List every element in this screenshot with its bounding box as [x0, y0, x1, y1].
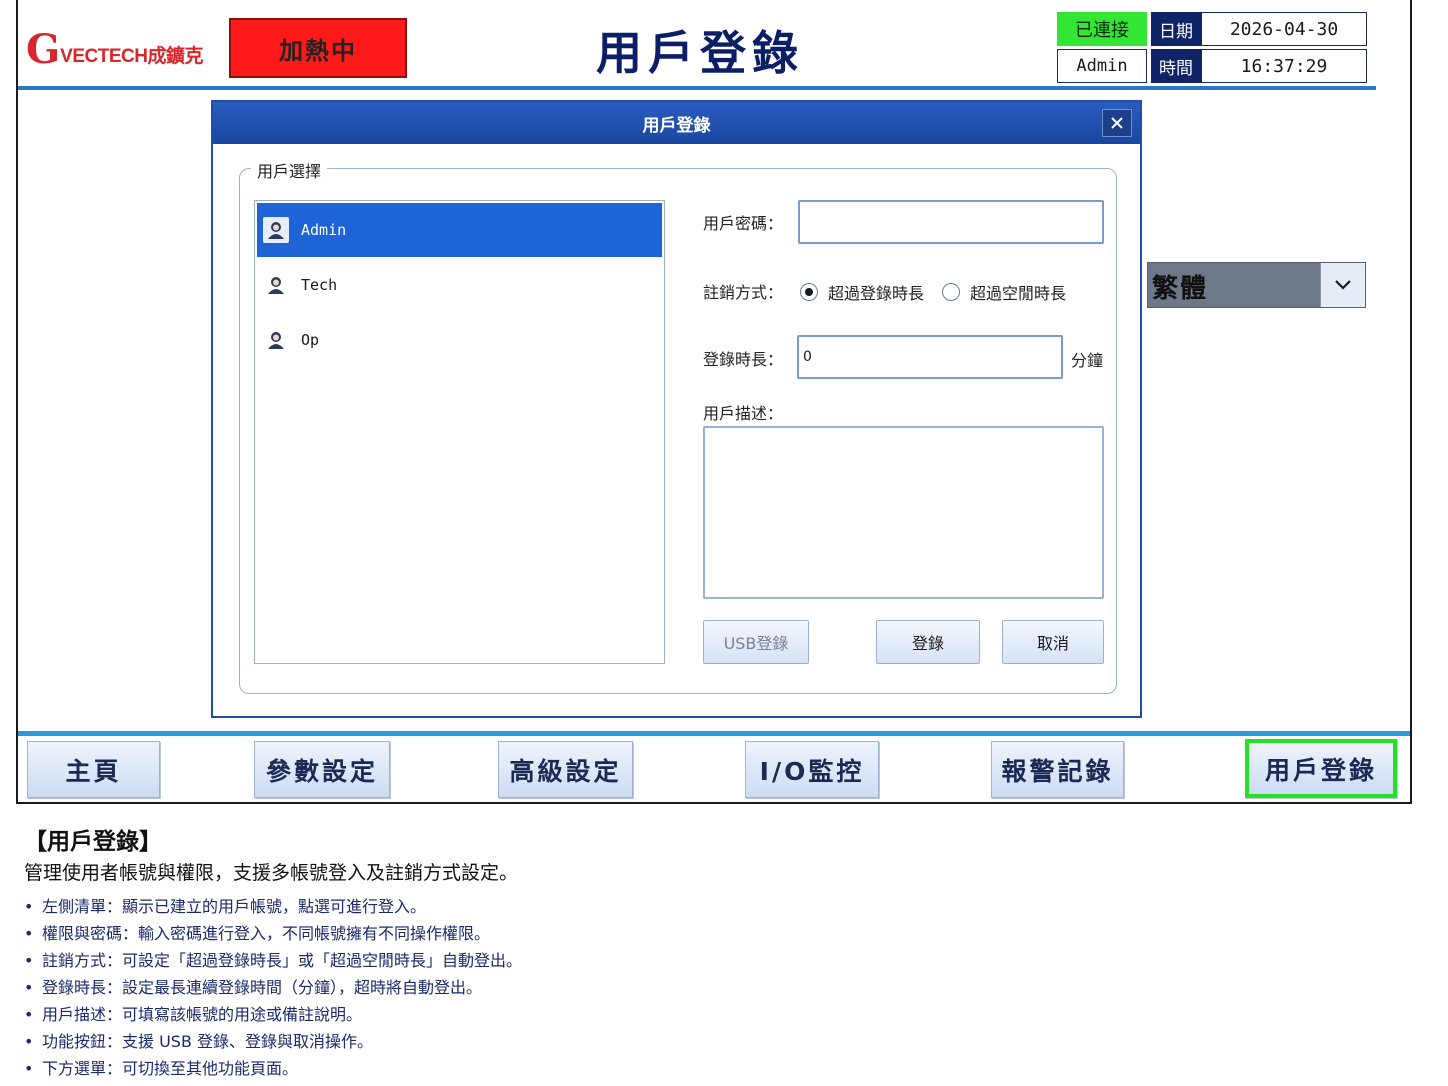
nav-advanced-settings[interactable]: 高級設定	[498, 741, 633, 798]
nav-home[interactable]: 主頁	[27, 741, 160, 798]
description-intro: 管理使用者帳號與權限，支援多帳號登入及註銷方式設定。	[24, 862, 519, 884]
description-bullet: • 下方選單：可切換至其他功能頁面。	[24, 1059, 299, 1078]
close-icon[interactable]	[1102, 109, 1132, 137]
description-bullet: • 註銷方式：可設定「超過登錄時長」或「超過空閒時長」自動登出。	[24, 951, 523, 970]
logout-option-idle-duration[interactable]: 超過空閒時長	[942, 280, 1066, 304]
password-input[interactable]	[798, 200, 1104, 244]
time-label: 時間	[1151, 49, 1201, 83]
description-bullet: • 功能按鈕：支援 USB 登錄、登錄與取消操作。	[24, 1032, 374, 1051]
user-avatar-icon	[263, 217, 289, 243]
user-login-dialog: 用戶登錄 用戶選擇 Admin Tech Op 用戶密碼： 註銷方式： 超過登錄…	[211, 100, 1142, 718]
date-value: 2026-04-30	[1201, 12, 1367, 46]
time-value: 16:37:29	[1201, 49, 1367, 83]
radio-label: 超過登錄時長	[828, 284, 925, 303]
user-avatar-icon	[263, 272, 289, 298]
nav-user-login[interactable]: 用戶登錄	[1245, 739, 1397, 798]
duration-label: 登錄時長：	[703, 350, 784, 369]
user-list-item-tech[interactable]: Tech	[257, 258, 662, 312]
radio-label: 超過空閒時長	[970, 284, 1067, 303]
header-divider	[18, 86, 1376, 90]
nav-alarm-log[interactable]: 報警記錄	[991, 741, 1124, 798]
description-textarea[interactable]	[703, 426, 1104, 599]
logout-mode-label: 註銷方式：	[703, 283, 784, 302]
cancel-button[interactable]: 取消	[1002, 620, 1104, 664]
chevron-down-icon[interactable]	[1320, 263, 1365, 307]
heating-status-indicator: 加熱中	[229, 18, 407, 78]
description-bullet: • 權限與密碼：輸入密碼進行登入，不同帳號擁有不同操作權限。	[24, 924, 491, 943]
description-title: 【用戶登錄】	[24, 829, 162, 855]
language-select[interactable]: 繁體	[1147, 262, 1366, 308]
user-name: Op	[301, 331, 320, 349]
user-avatar-icon	[263, 327, 289, 353]
radio-button[interactable]	[942, 283, 960, 301]
group-legend: 用戶選擇	[251, 158, 328, 182]
logout-option-login-duration[interactable]: 超過登錄時長	[800, 280, 924, 304]
usb-login-button[interactable]: USB登錄	[703, 620, 809, 664]
date-label: 日期	[1151, 12, 1201, 46]
language-selected-value: 繁體	[1152, 273, 1209, 304]
user-name: Tech	[301, 276, 338, 294]
password-label: 用戶密碼：	[703, 214, 784, 233]
radio-button[interactable]	[800, 283, 818, 301]
nav-io-monitor[interactable]: I/O監控	[745, 741, 879, 798]
user-list-item-op[interactable]: Op	[257, 313, 662, 367]
duration-unit: 分鐘	[1071, 351, 1104, 370]
user-list: Admin Tech Op	[254, 200, 665, 664]
nav-parameter-settings[interactable]: 參數設定	[254, 741, 390, 798]
user-name: Admin	[301, 221, 347, 239]
description-bullet: • 左側清單：顯示已建立的用戶帳號，點選可進行登入。	[24, 897, 427, 916]
connection-status-badge: 已連接	[1057, 12, 1147, 46]
company-logo: G VECTECH成鑛克	[26, 28, 216, 72]
login-button[interactable]: 登錄	[876, 620, 980, 664]
logo-text: VECTECH成鑛克	[60, 45, 203, 67]
description-bullet: • 用戶描述：可填寫該帳號的用途或備註說明。	[24, 1005, 363, 1024]
nav-divider	[18, 731, 1410, 736]
current-user-display: Admin	[1057, 49, 1147, 83]
page-title: 用戶登錄	[596, 26, 804, 80]
description-bullet: • 登錄時長：設定最長連續登錄時間（分鐘），超時將自動登出。	[24, 978, 483, 997]
duration-input[interactable]: 0	[797, 335, 1063, 379]
logo-mark: G	[26, 26, 60, 73]
dialog-title: 用戶登錄	[213, 102, 1140, 144]
description-label: 用戶描述：	[703, 404, 784, 423]
user-list-item-admin[interactable]: Admin	[257, 203, 662, 257]
duration-value: 0	[803, 349, 812, 365]
